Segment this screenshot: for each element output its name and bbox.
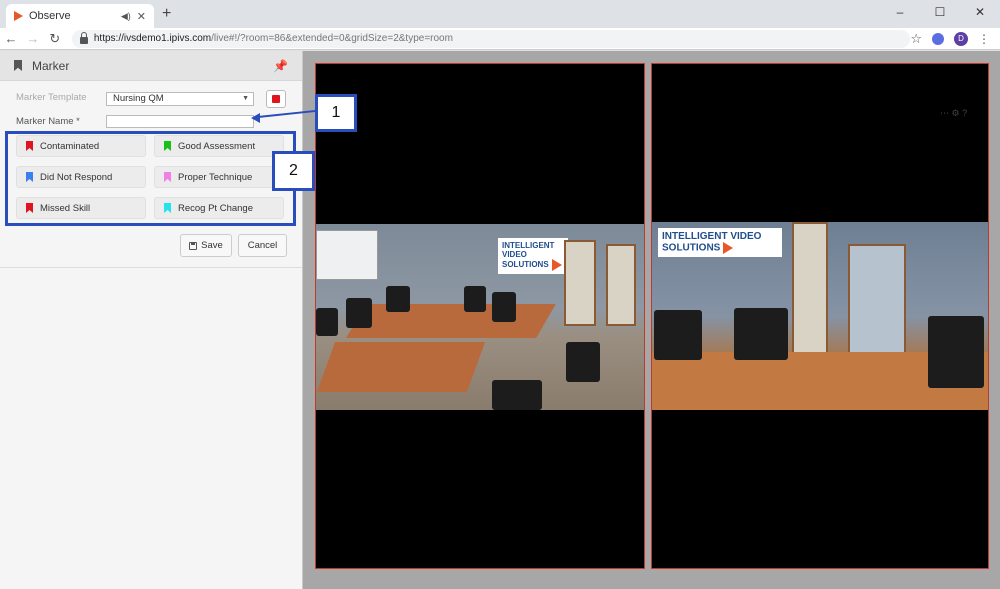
browser-toolbar: ← → ↻ https://ivsdemo1.ipivs.com/live#!/…: [0, 28, 1000, 50]
video-tile-1[interactable]: INTELLIGENT VIDEO SOLUTIONS: [315, 63, 645, 569]
marker-template-select[interactable]: Nursing QM ▼: [106, 92, 254, 106]
chair: [346, 298, 372, 328]
door: [564, 240, 596, 326]
close-tab-icon[interactable]: ✕: [137, 10, 146, 23]
observe-logo-icon: [14, 11, 23, 21]
chair: [492, 380, 542, 410]
new-tab-button[interactable]: +: [162, 5, 171, 23]
chair: [386, 286, 410, 312]
chair: [654, 310, 702, 360]
extension-icon[interactable]: [932, 32, 944, 45]
panel-divider: [0, 267, 302, 268]
conference-table: [316, 342, 486, 392]
reload-icon[interactable]: ↻: [44, 31, 66, 47]
annotation-callout-2: 2: [272, 151, 315, 191]
save-button[interactable]: Save: [180, 234, 232, 257]
stop-square-icon: [272, 95, 280, 103]
caret-down-icon: ▼: [242, 95, 249, 102]
bookmark-star-icon[interactable]: ☆: [910, 31, 922, 47]
whiteboard: [316, 230, 378, 280]
profile-avatar[interactable]: D: [954, 31, 968, 46]
company-sign: INTELLIGENT VIDEO SOLUTIONS: [658, 228, 782, 257]
door: [606, 244, 636, 326]
speaker-icon[interactable]: ◀): [121, 11, 131, 22]
marker-template-value: Nursing QM: [113, 93, 164, 104]
video-tile-2[interactable]: INTELLIGENT VIDEO SOLUTIONS: [651, 63, 989, 569]
marker-template-label: Marker Template: [16, 92, 87, 103]
chair: [316, 308, 338, 336]
chair: [492, 292, 516, 322]
tab-title: Observe: [29, 10, 71, 22]
annotation-arrow-head-icon: [251, 113, 260, 123]
camera-feed-2: INTELLIGENT VIDEO SOLUTIONS: [652, 222, 988, 410]
chair: [734, 308, 788, 360]
chair: [928, 316, 984, 388]
maximize-button[interactable]: ☐: [920, 0, 960, 24]
record-color-button[interactable]: [266, 90, 286, 108]
overlay-toolbar-icons: ⋯ ⚙ ?: [940, 108, 968, 118]
company-sign: INTELLIGENT VIDEO SOLUTIONS: [498, 238, 568, 274]
browser-tabstrip: Observe ◀) ✕ + – ☐ ✕: [0, 0, 1000, 28]
chair: [464, 286, 486, 312]
forward-arrow-icon[interactable]: →: [22, 31, 44, 46]
close-window-button[interactable]: ✕: [960, 0, 1000, 24]
window-controls: – ☐ ✕: [880, 0, 1000, 24]
browser-tab[interactable]: Observe ◀) ✕: [6, 4, 154, 28]
doorway: [848, 244, 906, 354]
pin-icon[interactable]: 📌: [273, 59, 288, 73]
minimize-button[interactable]: –: [880, 0, 920, 24]
marker-name-input[interactable]: [106, 115, 254, 128]
panel-title: Marker: [32, 58, 70, 73]
chair: [566, 342, 600, 382]
marker-name-label: Marker Name *: [16, 116, 80, 127]
lock-icon: [79, 31, 88, 44]
annotation-group-box: [5, 131, 296, 226]
door: [792, 222, 828, 354]
address-bar[interactable]: https://ivsdemo1.ipivs.com/live#!/?room=…: [71, 29, 911, 48]
more-menu-icon[interactable]: ⋮: [978, 32, 990, 46]
conference-table: [346, 304, 556, 338]
bookmark-icon: [14, 60, 22, 71]
panel-header: Marker 📌: [0, 51, 302, 81]
floppy-disk-icon: [189, 241, 198, 250]
url-text: https://ivsdemo1.ipivs.com/live#!/?room=…: [93, 33, 453, 44]
cancel-button[interactable]: Cancel: [238, 234, 287, 257]
camera-feed-1: INTELLIGENT VIDEO SOLUTIONS: [316, 224, 644, 410]
annotation-callout-1: 1: [315, 94, 357, 132]
back-arrow-icon[interactable]: ←: [0, 31, 22, 46]
